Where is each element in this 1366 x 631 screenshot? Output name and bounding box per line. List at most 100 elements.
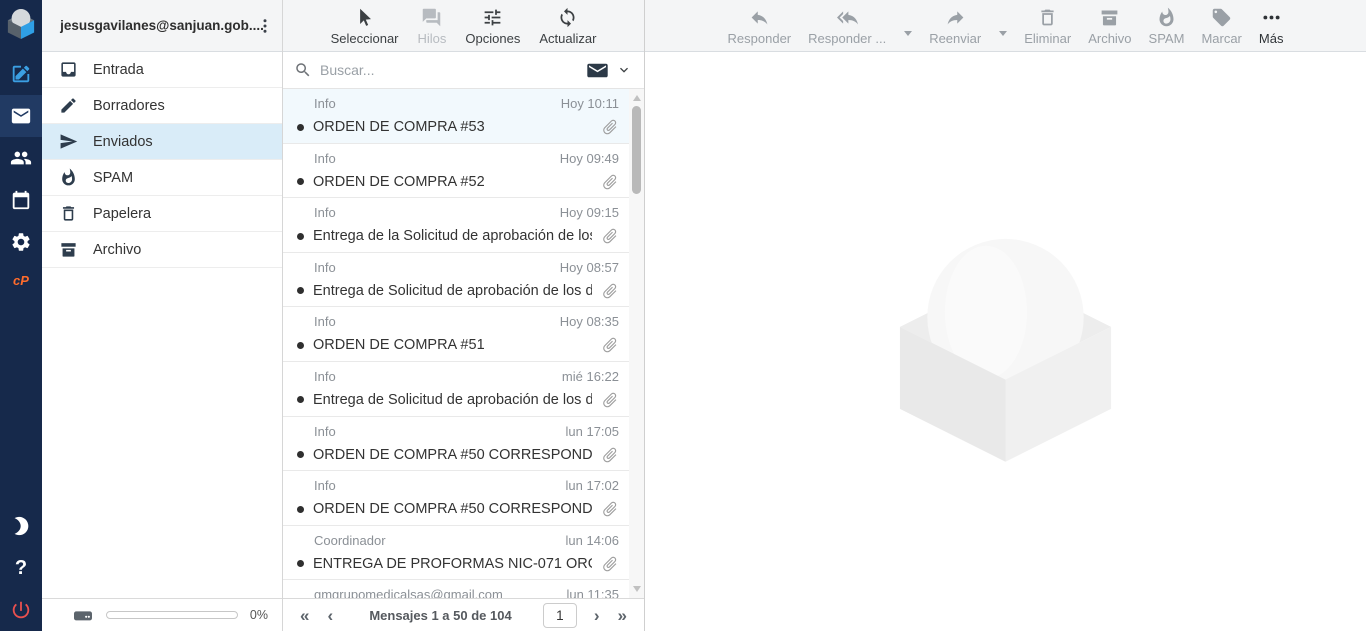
unread-dot-icon [297,560,304,567]
prev-page-button[interactable]: ‹ [322,607,338,624]
message-subject: Entrega de la Solicitud de aprobación de… [313,228,592,244]
more-dots-icon [1261,7,1282,28]
message-list-item[interactable]: InfoHoy 08:35 ORDEN DE COMPRA #51 [283,307,629,362]
search-bar [283,52,644,89]
search-options-button[interactable] [616,62,632,78]
message-list-item[interactable]: gmgrupomedicalsas@gmail.com lun 11:35 [283,580,629,598]
archive-button[interactable]: Archivo [1088,7,1131,51]
spam-button[interactable]: SPAM [1149,7,1185,51]
attachment-paperclip-icon [597,169,622,194]
forward-button[interactable]: Reenviar [929,7,981,51]
question-mark-icon: ? [15,557,27,580]
unread-dot-icon [297,396,304,403]
last-page-button[interactable]: » [613,607,632,624]
pagination-bar: « ‹ Mensajes 1 a 50 de 104 1 › » [283,598,644,631]
delete-button[interactable]: Eliminar [1024,7,1071,51]
moon-icon [10,515,32,537]
forward-label: Reenviar [929,31,981,46]
paper-plane-icon [59,132,78,151]
message-subject: ENTREGA DE PROFORMAS NIC-071 ORGAN... [313,556,592,572]
mark-button[interactable]: Marcar [1201,7,1241,51]
message-sender: Info [314,260,336,275]
folders-spacer [42,268,282,598]
more-button[interactable]: Más [1259,7,1284,51]
gear-icon [10,231,32,253]
threads-button[interactable]: Hilos [418,7,447,51]
options-sliders-icon [482,7,503,28]
dropdown-caret-icon[interactable] [904,31,912,36]
scrollbar-up-arrow-icon[interactable] [633,95,641,101]
folder-item-enviados[interactable]: Enviados [42,124,282,160]
message-sender: Info [314,369,336,384]
logout-button[interactable] [0,589,42,631]
flame-icon [1156,7,1177,28]
message-list-item[interactable]: Infomié 16:22 Entrega de Solicitud de ap… [283,362,629,417]
message-sender: gmgrupomedicalsas@gmail.com [314,587,503,598]
message-list-item[interactable]: InfoHoy 08:57 Entrega de Solicitud de ap… [283,253,629,308]
unread-dot-icon [297,506,304,513]
mail-tab-button[interactable] [0,95,42,137]
message-list-item[interactable]: InfoHoy 09:49 ORDEN DE COMPRA #52 [283,144,629,199]
cpanel-button[interactable]: cP [13,263,29,297]
account-menu-button[interactable] [256,16,274,36]
kebab-menu-icon [256,16,274,36]
unread-dot-icon [297,451,304,458]
folder-item-entrada[interactable]: Entrada [42,52,282,88]
attachment-paperclip-icon [597,387,622,412]
search-icon [294,61,312,79]
message-view-panel: Responder Responder ... Reenviar Elimina… [645,0,1366,631]
message-subject: Entrega de Solicitud de aprobación de lo… [313,283,592,299]
account-email: jesusgavilanes@sanjuan.gob.... [60,18,264,33]
folder-item-borradores[interactable]: Borradores [42,88,282,124]
folder-label: Archivo [93,242,141,258]
list-scrollbar[interactable] [629,89,644,598]
message-subject: ORDEN DE COMPRA #51 [313,337,592,353]
account-header[interactable]: jesusgavilanes@sanjuan.gob.... [42,0,282,52]
refresh-button[interactable]: Actualizar [539,7,596,51]
message-sender: Info [314,314,336,329]
message-time: lun 11:35 [566,587,619,598]
calendar-button[interactable] [0,179,42,221]
folder-item-spam[interactable]: SPAM [42,160,282,196]
people-icon [10,147,32,169]
dropdown-caret-icon[interactable] [999,31,1007,36]
snappymail-logo-icon [6,7,36,41]
attachment-paperclip-icon [597,114,622,139]
compose-button[interactable] [0,53,42,95]
calendar-icon [10,189,32,211]
message-list-item[interactable]: Infolun 17:05 ORDEN DE COMPRA #50 CORRES… [283,417,629,472]
message-time: Hoy 09:49 [560,151,619,166]
first-page-button[interactable]: « [295,607,314,624]
chevron-down-icon [616,62,632,78]
options-button[interactable]: Opciones [465,7,520,51]
reply-icon [749,7,770,28]
scrollbar-thumb[interactable] [632,106,641,194]
message-sender: Coordinador [314,533,386,548]
next-page-button[interactable]: › [589,607,605,624]
reply-label: Responder [728,31,792,46]
message-list-item[interactable]: Infolun 17:02 ORDEN DE COMPRA #50 CORRES… [283,471,629,526]
message-time: Hoy 09:15 [560,205,619,220]
folder-item-papelera[interactable]: Papelera [42,196,282,232]
inbox-icon [59,60,78,79]
search-input[interactable] [320,62,579,78]
page-number-box[interactable]: 1 [543,603,577,628]
settings-button[interactable] [0,221,42,263]
attachment-paperclip-icon [597,442,622,467]
attachment-paperclip-icon [597,223,622,248]
message-list-item[interactable]: Coordinadorlun 14:06 ENTREGA DE PROFORMA… [283,526,629,581]
reply-all-button[interactable]: Responder ... [808,7,886,51]
folder-item-archivo[interactable]: Archivo [42,232,282,268]
dark-mode-button[interactable] [0,505,42,547]
message-list-item[interactable]: InfoHoy 10:11 ORDEN DE COMPRA #53 [283,89,629,144]
mark-read-button[interactable] [587,62,608,79]
trash-icon [1037,7,1058,28]
message-list-panel: Seleccionar Hilos Opciones Actualizar In… [283,0,645,631]
message-list-item[interactable]: InfoHoy 09:15 Entrega de la Solicitud de… [283,198,629,253]
help-button[interactable]: ? [0,547,42,589]
unread-dot-icon [297,342,304,349]
contacts-button[interactable] [0,137,42,179]
reply-button[interactable]: Responder [728,7,792,51]
select-button[interactable]: Seleccionar [331,7,399,51]
scrollbar-down-arrow-icon[interactable] [633,586,641,592]
